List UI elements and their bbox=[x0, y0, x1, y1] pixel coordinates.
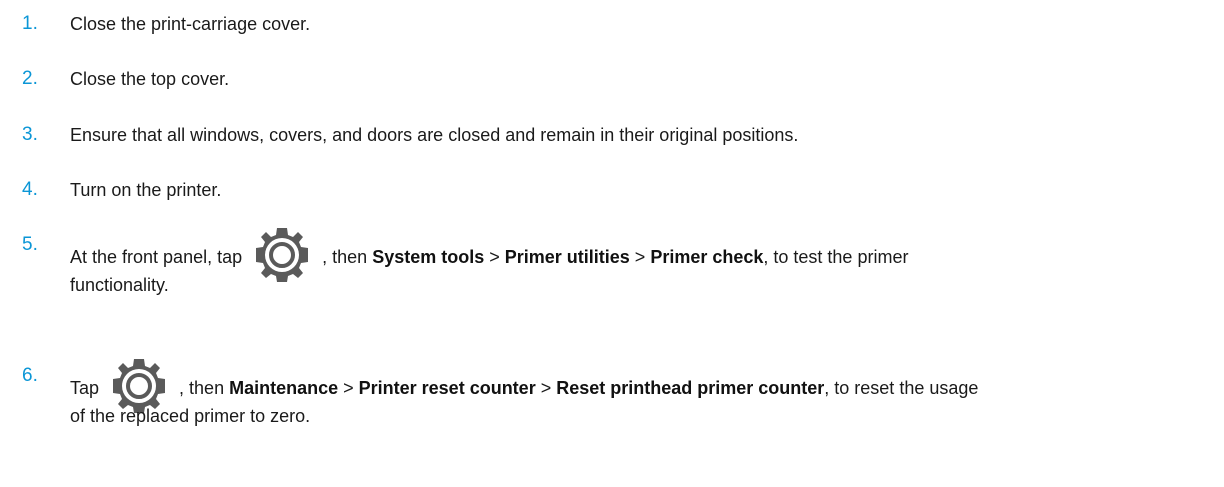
menu-path-item: Maintenance bbox=[229, 377, 339, 398]
path-separator: > bbox=[484, 246, 505, 267]
gear-icon bbox=[256, 228, 309, 282]
step-text-post: , to reset the usage bbox=[824, 377, 979, 398]
path-separator: > bbox=[535, 377, 557, 398]
step-number: 3. bbox=[22, 124, 38, 145]
step-text: At the front panel, tap , then System to… bbox=[70, 227, 1210, 289]
step-text: Close the top cover. bbox=[70, 69, 230, 89]
step-text: Ensure that all windows, covers, and doo… bbox=[70, 125, 799, 145]
menu-path-item: System tools bbox=[372, 246, 485, 267]
step-text-pre: Tap bbox=[70, 377, 105, 398]
step-text-mid: , then bbox=[179, 377, 230, 398]
step-text-continued: of the replaced primer to zero. bbox=[70, 406, 311, 426]
menu-path-item: Primer check bbox=[650, 246, 764, 267]
path-separator: > bbox=[338, 377, 359, 398]
menu-path-item: Primer utilities bbox=[504, 246, 630, 267]
step-number: 1. bbox=[22, 13, 38, 34]
step-text-post: , to test the primer bbox=[763, 246, 909, 267]
path-separator: > bbox=[629, 246, 651, 267]
step-number: 5. bbox=[22, 234, 38, 255]
step-number: 6. bbox=[22, 365, 38, 386]
step-text-continued: functionality. bbox=[70, 275, 169, 295]
step-number: 4. bbox=[22, 179, 38, 200]
menu-path-item: Printer reset counter bbox=[358, 377, 536, 398]
step-text-mid: , then bbox=[322, 246, 373, 267]
menu-path-item: Reset printhead primer counter bbox=[556, 377, 825, 398]
step-text-pre: At the front panel, tap bbox=[70, 246, 248, 267]
step-text: Close the print-carriage cover. bbox=[70, 14, 311, 34]
step-number: 2. bbox=[22, 68, 38, 89]
step-text: Turn on the printer. bbox=[70, 180, 222, 200]
procedure-steps: 1. Close the print-carriage cover. 2. Cl… bbox=[0, 0, 1224, 487]
